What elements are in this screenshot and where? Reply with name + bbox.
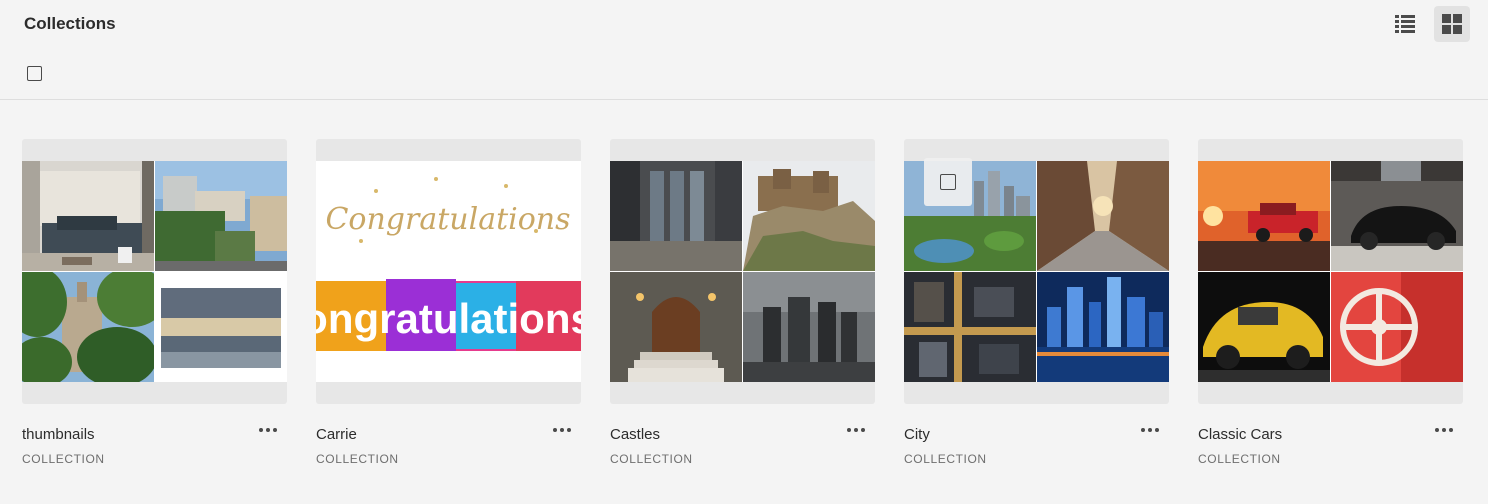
select-all-checkbox[interactable] — [27, 66, 42, 81]
collection-name[interactable]: Classic Cars — [1198, 426, 1282, 443]
collection-thumbnail[interactable] — [22, 139, 287, 404]
collection-thumbnail[interactable]: Congratulations ongratulations — [316, 139, 581, 404]
collection-type: COLLECTION — [316, 452, 399, 466]
more-options-button[interactable] — [255, 421, 281, 439]
collection-type: COLLECTION — [22, 452, 105, 466]
thumbnail-image — [22, 161, 154, 271]
collection-name[interactable]: Castles — [610, 426, 660, 443]
collection-card[interactable]: Congratulations ongratulations Carrie CO… — [316, 139, 581, 466]
thumbnail-image — [1331, 272, 1463, 382]
page-header: Collections — [0, 0, 1488, 100]
collection-card[interactable]: City COLLECTION — [904, 139, 1169, 466]
thumbnail-image — [1198, 272, 1330, 382]
thumbnail-image — [610, 272, 742, 382]
grid-view-icon — [1442, 14, 1462, 34]
thumbnail-image — [1331, 161, 1463, 271]
collection-name[interactable]: thumbnails — [22, 426, 95, 443]
collection-type: COLLECTION — [1198, 452, 1281, 466]
thumbnail-image — [610, 161, 742, 271]
thumbnail-image — [1037, 272, 1169, 382]
card-select-checkbox[interactable] — [924, 158, 972, 206]
thumbnail-image: Congratulations ongratulations — [316, 161, 581, 382]
page-title: Collections — [24, 14, 116, 33]
more-options-button[interactable] — [843, 421, 869, 439]
thumbnail-image — [22, 272, 154, 382]
svg-text:ongratulations: ongratulations — [316, 295, 581, 342]
collection-thumbnail[interactable] — [1198, 139, 1463, 404]
thumbnail-image — [904, 272, 1036, 382]
grid-view-button[interactable] — [1434, 6, 1470, 42]
collection-type: COLLECTION — [610, 452, 693, 466]
collection-card[interactable]: Castles COLLECTION — [610, 139, 875, 466]
collection-thumbnail[interactable] — [610, 139, 875, 404]
list-view-button[interactable] — [1387, 6, 1423, 42]
thumbnail-image — [1037, 161, 1169, 271]
more-options-button[interactable] — [549, 421, 575, 439]
thumbnail-image — [743, 272, 875, 382]
thumbnail-image — [1198, 161, 1330, 271]
list-view-icon — [1395, 15, 1415, 33]
thumbnail-image — [155, 272, 287, 382]
collection-name[interactable]: City — [904, 426, 930, 443]
collection-card[interactable]: thumbnails COLLECTION — [22, 139, 287, 466]
collection-card[interactable]: Classic Cars COLLECTION — [1198, 139, 1463, 466]
more-options-button[interactable] — [1137, 421, 1163, 439]
thumbnail-image — [155, 161, 287, 271]
collection-thumbnail[interactable] — [904, 139, 1169, 404]
collection-type: COLLECTION — [904, 452, 987, 466]
collection-name[interactable]: Carrie — [316, 426, 357, 443]
more-options-button[interactable] — [1431, 421, 1457, 439]
svg-text:Congratulations: Congratulations — [325, 202, 570, 237]
thumbnail-image — [743, 161, 875, 271]
